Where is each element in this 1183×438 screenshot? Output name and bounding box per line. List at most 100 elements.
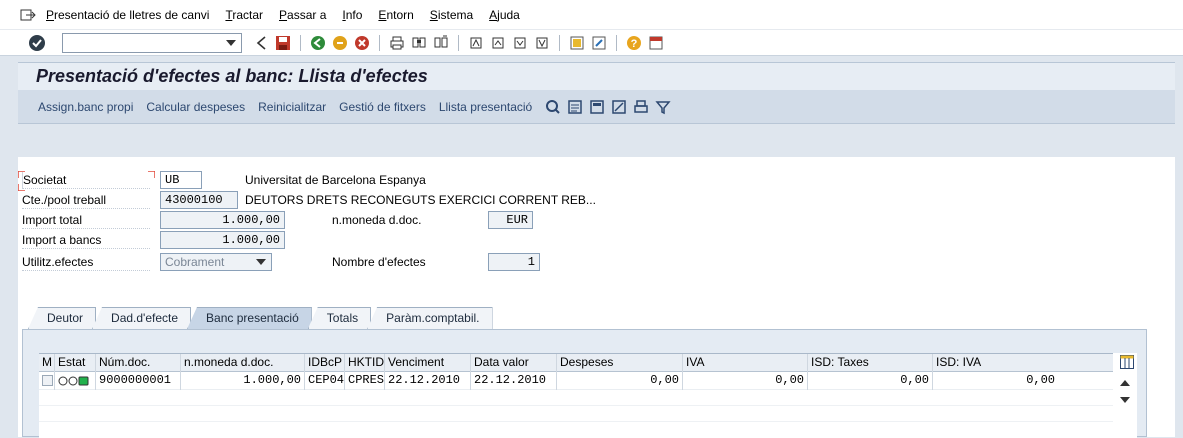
tab-dad-efecte[interactable]: Dad.d'efecte [92,307,192,329]
tab-totals[interactable]: Totals [307,307,372,329]
mark-cell[interactable] [39,372,55,390]
toolbar-separator [300,34,301,51]
filter-icon[interactable] [655,99,671,115]
menu-info[interactable]: Info [342,8,362,22]
tab-strip: Deutor Dad.d'efecte Banc presentació Tot… [28,305,493,329]
import-bancs-field[interactable]: 1.000,00 [160,231,285,249]
cte-pool-label: Cte./pool treball [22,192,150,209]
hktid-cell: CPRES [345,372,385,390]
empty-row [39,390,1121,406]
print-list-icon[interactable] [633,99,649,115]
command-field[interactable] [62,32,242,53]
gestio-fitxers-button[interactable]: Gestió de fitxers [339,100,426,114]
column-header[interactable]: IVA [683,354,808,372]
application-toolbar: Assign.banc propi Calcular despeses Rein… [18,90,1175,124]
menu-ajuda[interactable]: Ajuda [489,8,520,22]
chevron-down-icon[interactable] [256,259,266,265]
menu-tractar[interactable]: Tractar [225,8,263,22]
table-row[interactable]: 9000000001 1.000,00 CEP04 CPRES 22.12.20… [39,372,1121,390]
column-header[interactable]: ISD: IVA [933,354,1058,372]
menu-bar: Presentació de lletres de canvi Tractar … [0,0,1183,30]
menu-entorn[interactable]: Entorn [378,8,413,22]
choose-layout-icon[interactable] [567,99,583,115]
column-header[interactable]: Data valor [471,354,557,372]
column-header[interactable]: M [39,354,55,372]
data-valor-cell: 22.12.2010 [471,372,557,390]
back-icon[interactable] [252,34,270,52]
reinicialitzar-button[interactable]: Reinicialitzar [258,100,326,114]
tab-banc-presentacio[interactable]: Banc presentació [187,307,312,329]
screen-title-bar: Presentació d'efectes al banc: Llista d'… [18,62,1175,90]
moneda-field[interactable]: EUR [488,211,533,229]
last-page-icon[interactable] [533,34,551,52]
status-lights-icon [58,376,89,386]
despeses-cell: 0,00 [557,372,683,390]
first-page-icon[interactable] [467,34,485,52]
calcular-despeses-button[interactable]: Calcular despeses [146,100,245,114]
required-marker-icon [148,171,155,178]
nombre-efectes-label: Nombre d'efectes [332,255,426,269]
shortcut-icon[interactable] [590,34,608,52]
llista-presentacio-button[interactable]: Llista presentació [439,100,532,114]
exit-icon[interactable] [331,34,349,52]
column-header[interactable]: Despeses [557,354,683,372]
enter-check-icon[interactable] [28,34,46,52]
command-input[interactable] [63,33,218,52]
next-page-icon[interactable] [511,34,529,52]
back-nav-icon[interactable] [309,34,327,52]
column-header[interactable]: Venciment [385,354,471,372]
chevron-down-icon[interactable] [223,36,239,50]
toolbar-separator [616,34,617,51]
cte-pool-field[interactable]: 43000100 [160,191,238,209]
toolbar-separator [379,34,380,51]
column-header[interactable]: IDBcP [305,354,345,372]
help-icon[interactable]: ? [625,34,643,52]
row-checkbox[interactable] [42,375,53,386]
status-cell [55,372,96,390]
idbcp-cell: CEP04 [305,372,345,390]
assign-banc-button[interactable]: Assign.banc propi [38,100,133,114]
import-total-field[interactable]: 1.000,00 [160,211,285,229]
new-session-icon[interactable] [568,34,586,52]
toolbar-separator [458,34,459,51]
menu-exit-icon[interactable] [20,8,36,22]
nombre-efectes-field[interactable]: 1 [488,253,540,271]
isd-iva-cell: 0,00 [1026,373,1055,387]
details-icon[interactable] [545,99,561,115]
tab-deutor[interactable]: Deutor [28,307,97,329]
import-total-label: Import total [22,212,150,229]
cancel-icon[interactable] [353,34,371,52]
change-layout-icon[interactable] [611,99,627,115]
isd-taxes-cell: 0,00 [808,372,933,390]
tab-panel: M Estat Núm.doc. n.moneda d.doc. IDBcP H… [22,329,1147,438]
print-icon[interactable] [388,34,406,52]
column-layout-icon[interactable] [1120,355,1134,369]
layout-menu-icon[interactable] [647,34,665,52]
empty-row [39,406,1121,422]
menu-presentacio[interactable]: Presentació de lletres de canvi [46,8,209,22]
scroll-down-icon[interactable] [1120,397,1130,403]
column-header[interactable]: Estat [55,354,96,372]
find-icon[interactable] [410,34,428,52]
venciment-cell: 22.12.2010 [385,372,471,390]
menu-sistema[interactable]: Sistema [430,8,473,22]
import-bancs-label: Import a bancs [22,232,150,249]
import-cell: 1.000,00 [181,372,305,390]
column-header[interactable]: HKTID [345,354,385,372]
find-next-icon[interactable] [432,34,450,52]
table-header: M Estat Núm.doc. n.moneda d.doc. IDBcP H… [39,354,1121,372]
save-layout-icon[interactable] [589,99,605,115]
tab-param-comptabil[interactable]: Paràm.comptabil. [367,307,493,329]
societat-field[interactable]: UB [160,171,202,189]
save-icon[interactable] [274,34,292,52]
menu-passar-a[interactable]: Passar a [279,8,326,22]
column-header[interactable]: Núm.doc. [96,354,181,372]
column-header[interactable]: n.moneda d.doc. [181,354,305,372]
svg-text:?: ? [631,38,638,50]
num-doc-cell: 9000000001 [96,372,181,390]
page-title: Presentació d'efectes al banc: Llista d'… [36,66,428,86]
iva-cell: 0,00 [683,372,808,390]
column-header[interactable]: ISD: Taxes [808,354,933,372]
previous-page-icon[interactable] [489,34,507,52]
scroll-up-icon[interactable] [1120,380,1130,386]
